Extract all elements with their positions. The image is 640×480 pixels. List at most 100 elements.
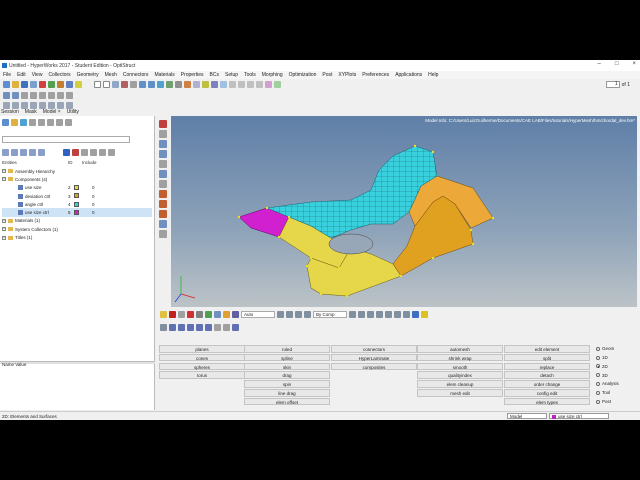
browser-show-icon[interactable] [20, 119, 27, 126]
find-tool-icon[interactable] [223, 311, 230, 318]
hide-icon[interactable] [66, 92, 73, 99]
solid-icon[interactable] [385, 311, 392, 318]
panel-button-composites[interactable]: composites [331, 362, 417, 371]
wire-icon[interactable] [367, 311, 374, 318]
auto-dropdown[interactable]: Auto [241, 311, 275, 318]
panel-button-cones[interactable]: cones [159, 353, 245, 362]
expand-toggle[interactable]: + [2, 227, 6, 232]
minus-icon[interactable] [214, 324, 221, 331]
new-icon[interactable] [3, 81, 10, 88]
menu-file[interactable]: File [3, 72, 11, 78]
capture-icon[interactable] [130, 81, 137, 88]
radio-geom[interactable]: Geom [596, 345, 614, 353]
layers-icon[interactable] [214, 311, 221, 318]
tree-row[interactable]: use size 2 0 [2, 184, 152, 192]
record-icon[interactable] [121, 81, 128, 88]
radio-3d[interactable]: 3D [596, 371, 608, 379]
collapse-icon[interactable] [11, 149, 18, 156]
element-shading-icon[interactable] [358, 311, 365, 318]
browser-isolate-icon[interactable] [38, 119, 45, 126]
display-icon[interactable] [112, 81, 119, 88]
browser-icon[interactable] [12, 92, 19, 99]
menu-setup[interactable]: Setup [225, 72, 238, 78]
radio-dot[interactable] [596, 355, 600, 360]
panel-button-hyperlaminate[interactable]: HyperLaminate [331, 353, 417, 362]
delete-icon[interactable] [72, 149, 79, 156]
panel-button-elem-cleanup[interactable]: elem cleanup [417, 380, 503, 388]
panel-button-line-drag[interactable]: line drag [244, 389, 330, 397]
menu-help[interactable]: Help [428, 72, 438, 78]
rename-icon[interactable] [81, 149, 88, 156]
top-view-icon[interactable] [193, 81, 200, 88]
reflect-icon[interactable] [205, 324, 212, 331]
redo-icon[interactable] [57, 81, 64, 88]
edge-icon[interactable] [394, 311, 401, 318]
menu-morphing[interactable]: Morphing [262, 72, 283, 78]
faces-icon[interactable] [159, 210, 167, 218]
save-icon[interactable] [21, 81, 28, 88]
col-id[interactable]: ID [68, 160, 82, 165]
light-icon[interactable] [202, 81, 209, 88]
component-icon[interactable] [21, 92, 28, 99]
duplicate-icon[interactable] [90, 149, 97, 156]
color-swatch[interactable] [74, 209, 79, 215]
panel-button-skin[interactable]: skin [244, 362, 330, 371]
shading-icon[interactable] [277, 311, 284, 318]
menu-geometry[interactable]: Geometry [77, 72, 99, 78]
isolate-icon[interactable] [48, 92, 55, 99]
radio-2d[interactable]: 2D [596, 363, 608, 371]
panel-button-order-change[interactable]: order change [504, 380, 590, 388]
fit-icon[interactable] [157, 81, 164, 88]
star-icon[interactable] [421, 311, 428, 318]
transparency-icon[interactable] [48, 102, 55, 109]
query-icon[interactable] [220, 81, 227, 88]
mask-icon[interactable] [39, 92, 46, 99]
reveal-icon[interactable] [205, 311, 212, 318]
maximize-button[interactable]: □ [615, 61, 619, 67]
zoom-icon[interactable] [166, 81, 173, 88]
status-component[interactable]: use size ctrl [549, 413, 609, 419]
menu-applications[interactable]: Applications [395, 72, 422, 78]
tab-utility[interactable]: Utility [67, 109, 79, 115]
panel-button-shrink-wrap[interactable]: shrink wrap [417, 353, 503, 362]
panel-button-spline[interactable]: spline [244, 353, 330, 362]
browser-view-icon[interactable] [56, 119, 63, 126]
clip-icon[interactable] [265, 81, 272, 88]
tab-model[interactable]: Model × [43, 109, 61, 115]
orbit-icon[interactable] [211, 81, 218, 88]
number-icon[interactable] [159, 180, 167, 188]
menu-connectors[interactable]: Connectors [123, 72, 149, 78]
tree-row[interactable]: deviation ctrl 3 0 [2, 192, 152, 200]
settings-icon[interactable] [66, 81, 73, 88]
menu-collectors[interactable]: Collectors [48, 72, 70, 78]
normals-icon[interactable] [66, 102, 73, 109]
col-include[interactable]: Include [82, 160, 97, 165]
menu-bcs[interactable]: BCs [210, 72, 219, 78]
delete-entity-icon[interactable] [169, 311, 176, 318]
radio-post[interactable]: Post [596, 398, 611, 406]
menu-mesh[interactable]: Mesh [105, 72, 117, 78]
graphics-viewport[interactable]: Model Info: C:/Users/LuizGuilherme/Docum… [171, 116, 637, 307]
expand-icon[interactable] [2, 149, 9, 156]
radio-dot[interactable] [596, 373, 600, 378]
panel-button-edit-element[interactable]: edit element [504, 345, 590, 353]
radio-1d[interactable]: 1D [596, 354, 608, 362]
shrink-icon[interactable] [295, 311, 302, 318]
panel-button-split[interactable]: split [504, 353, 590, 362]
panel-button-ruled[interactable]: ruled [244, 345, 330, 353]
menu-properties[interactable]: Properties [181, 72, 204, 78]
measure-icon[interactable] [159, 170, 167, 178]
edges-icon[interactable] [159, 200, 167, 208]
browser-folder-icon[interactable] [11, 119, 18, 126]
tree-row[interactable]: use size ctrl 5 0 [2, 208, 152, 217]
expand-toggle[interactable]: + [2, 169, 6, 174]
mask-element-icon[interactable] [159, 120, 167, 128]
tab-mask[interactable]: Mask [25, 109, 37, 115]
tree-row[interactable]: + System Collectors (1) [2, 225, 152, 233]
radio-tool[interactable]: Tool [596, 389, 610, 397]
open-icon[interactable] [12, 81, 19, 88]
expand-toggle[interactable]: + [2, 235, 6, 240]
wireframe-icon[interactable] [39, 102, 46, 109]
panel-button-connectors[interactable]: connectors [331, 345, 417, 353]
shade-display-icon[interactable] [30, 102, 37, 109]
